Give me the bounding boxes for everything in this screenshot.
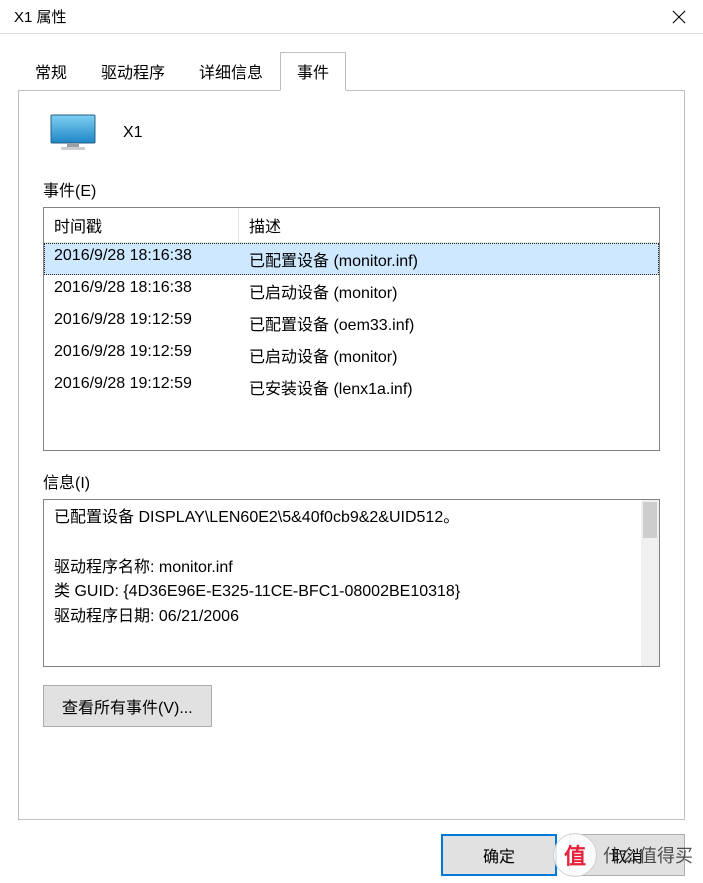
event-description: 已启动设备 (monitor) [239, 339, 659, 371]
close-icon [672, 10, 686, 24]
event-row[interactable]: 2016/9/28 18:16:38已配置设备 (monitor.inf) [44, 243, 659, 275]
titlebar: X1 属性 [0, 0, 703, 34]
monitor-icon [49, 113, 97, 153]
view-all-events-button[interactable]: 查看所有事件(V)... [43, 685, 212, 727]
event-timestamp: 2016/9/28 18:16:38 [44, 243, 239, 275]
cancel-button[interactable]: 取消 [569, 834, 685, 876]
event-timestamp: 2016/9/28 19:12:59 [44, 307, 239, 339]
event-timestamp: 2016/9/28 18:16:38 [44, 275, 239, 307]
event-row[interactable]: 2016/9/28 19:12:59已启动设备 (monitor) [44, 339, 659, 371]
tab-driver[interactable]: 驱动程序 [84, 52, 182, 90]
info-text: 已配置设备 DISPLAY\LEN60E2\5&40f0cb9&2&UID512… [44, 500, 641, 666]
event-description: 已启动设备 (monitor) [239, 275, 659, 307]
tab-label: 驱动程序 [101, 65, 165, 82]
tab-details[interactable]: 详细信息 [182, 52, 280, 90]
event-row[interactable]: 2016/9/28 18:16:38已启动设备 (monitor) [44, 275, 659, 307]
event-description: 已配置设备 (oem33.inf) [239, 307, 659, 339]
device-name: X1 [123, 124, 143, 142]
ok-button[interactable]: 确定 [441, 834, 557, 876]
event-description: 已配置设备 (monitor.inf) [239, 243, 659, 275]
scroll-thumb[interactable] [643, 502, 657, 538]
tab-label: 常规 [35, 65, 67, 82]
tabstrip: 常规 驱动程序 详细信息 事件 [18, 52, 703, 90]
col-header-description[interactable]: 描述 [239, 208, 659, 242]
window-title: X1 属性 [14, 6, 67, 27]
events-header: 时间戳 描述 [44, 208, 659, 243]
event-description: 已安装设备 (lenx1a.inf) [239, 371, 659, 403]
events-listview[interactable]: 时间戳 描述 2016/9/28 18:16:38已配置设备 (monitor.… [43, 207, 660, 451]
event-row[interactable]: 2016/9/28 19:12:59已配置设备 (oem33.inf) [44, 307, 659, 339]
events-section-label: 事件(E) [43, 177, 660, 201]
device-header: X1 [43, 113, 660, 153]
tab-panel-events: X1 事件(E) 时间戳 描述 2016/9/28 18:16:38已配置设备 … [18, 90, 685, 820]
tab-events[interactable]: 事件 [280, 52, 346, 91]
info-scrollbar[interactable] [641, 500, 659, 666]
tab-label: 详细信息 [199, 65, 263, 82]
dialog-buttons: 确定 取消 [0, 834, 685, 876]
close-button[interactable] [655, 0, 703, 34]
col-header-timestamp[interactable]: 时间戳 [44, 208, 239, 242]
tab-general[interactable]: 常规 [18, 52, 84, 90]
tab-label: 事件 [297, 65, 329, 82]
event-timestamp: 2016/9/28 19:12:59 [44, 339, 239, 371]
events-body: 2016/9/28 18:16:38已配置设备 (monitor.inf)201… [44, 243, 659, 403]
event-timestamp: 2016/9/28 19:12:59 [44, 371, 239, 403]
info-section-label: 信息(I) [43, 469, 660, 493]
event-row[interactable]: 2016/9/28 19:12:59已安装设备 (lenx1a.inf) [44, 371, 659, 403]
info-textbox[interactable]: 已配置设备 DISPLAY\LEN60E2\5&40f0cb9&2&UID512… [43, 499, 660, 667]
